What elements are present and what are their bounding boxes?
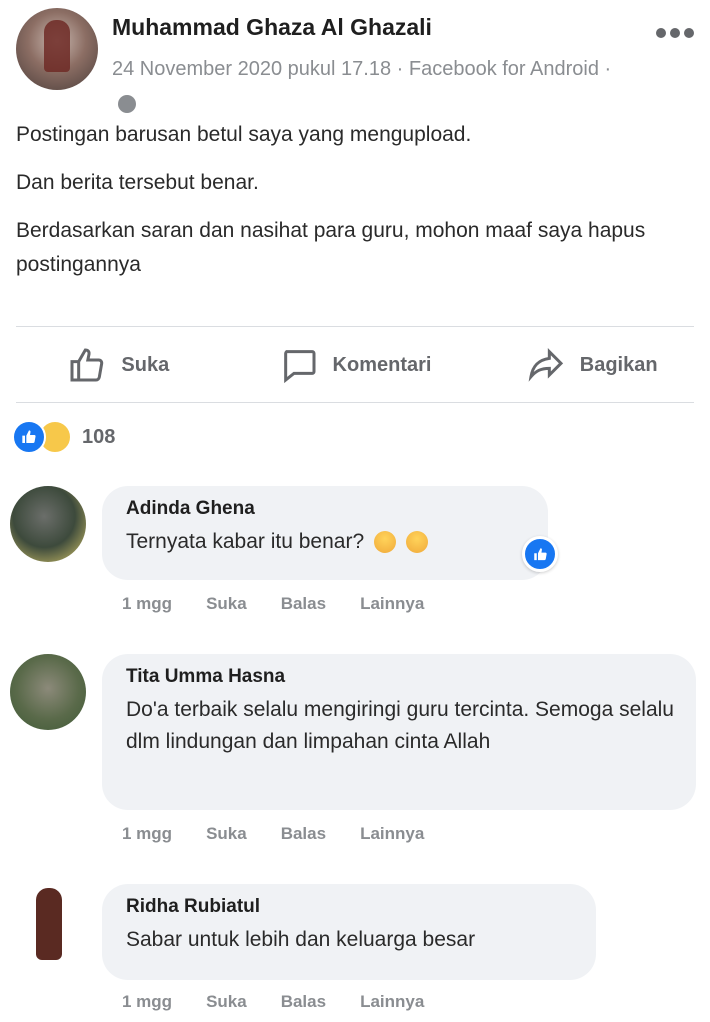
- comment-actions: 1 mgg Suka Balas Lainnya: [122, 594, 424, 614]
- comment-actions: 1 mgg Suka Balas Lainnya: [122, 824, 424, 844]
- reaction-count: 108: [82, 425, 116, 448]
- commenter-name[interactable]: Ridha Rubiatul: [126, 896, 574, 918]
- commenter-avatar[interactable]: [10, 884, 86, 960]
- facebook-post-page: Muhammad Ghaza Al Ghazali 24 November 20…: [0, 0, 710, 1022]
- more-options-icon[interactable]: [656, 28, 694, 40]
- comment-bubble: Ridha Rubiatul Sabar untuk lebih dan kel…: [102, 884, 596, 980]
- comment-text: Sabar untuk lebih dan keluarga besar: [126, 928, 476, 951]
- like-reaction-icon: [12, 420, 46, 454]
- comment-like-link[interactable]: Suka: [206, 992, 247, 1012]
- share-button[interactable]: Bagikan: [473, 330, 710, 400]
- comment-reply-link[interactable]: Balas: [281, 824, 326, 844]
- comment-icon: [283, 350, 316, 384]
- comment-like-reaction-icon[interactable]: [522, 536, 558, 572]
- thumbs-up-icon: [70, 348, 104, 382]
- divider: [16, 326, 694, 327]
- crying-emoji-icon: [374, 531, 396, 554]
- comment-like-link[interactable]: Suka: [206, 824, 247, 844]
- comment-time: 1 mgg: [122, 594, 173, 613]
- share-icon: [528, 348, 563, 382]
- comment-bubble: Adinda Ghena Ternyata kabar itu benar?: [102, 486, 548, 580]
- comment-actions: 1 mgg Suka Balas Lainnya: [122, 992, 424, 1012]
- commenter-name[interactable]: Adinda Ghena: [126, 498, 526, 520]
- commenter-avatar[interactable]: [10, 486, 86, 562]
- comment-like-link[interactable]: Suka: [206, 594, 247, 614]
- comment-text: Ternyata kabar itu benar?: [126, 526, 526, 558]
- comment-more-link[interactable]: Lainnya: [360, 992, 424, 1012]
- like-label: Suka: [121, 353, 170, 376]
- comment-more-link[interactable]: Lainnya: [360, 824, 424, 844]
- post-paragraph: Dan berita tersebut benar.: [16, 171, 259, 194]
- author-avatar[interactable]: [16, 8, 98, 90]
- comment-time: 1 mgg: [122, 992, 173, 1011]
- post-paragraph: Postingan barusan betul saya yang mengup…: [16, 123, 472, 146]
- reactions-summary[interactable]: 108: [12, 420, 115, 454]
- comment-button[interactable]: Komentari: [237, 330, 474, 400]
- comment-reply-link[interactable]: Balas: [281, 594, 326, 614]
- author-name[interactable]: Muhammad Ghaza Al Ghazali: [112, 14, 432, 41]
- comment-reply-link[interactable]: Balas: [281, 992, 326, 1012]
- comment-bubble: Tita Umma Hasna Do'a terbaik selalu meng…: [102, 654, 696, 810]
- comment-label: Komentari: [332, 353, 432, 376]
- globe-icon: [118, 94, 136, 113]
- commenter-avatar[interactable]: [10, 654, 86, 730]
- comment-time: 1 mgg: [122, 824, 173, 843]
- comment-text-content: Ternyata kabar itu benar?: [126, 530, 365, 553]
- post-action-bar: Suka Komentari Bagikan: [0, 330, 710, 400]
- post-body: Postingan barusan betul saya yang mengup…: [16, 118, 686, 296]
- post-meta: 24 November 2020 pukul 17.18 · Facebook …: [112, 52, 632, 120]
- comment-text: Do'a terbaik selalu mengiringi guru terc…: [126, 698, 674, 753]
- crying-emoji-icon: [405, 531, 428, 554]
- comment-more-link[interactable]: Lainnya: [360, 594, 424, 614]
- post-header: Muhammad Ghaza Al Ghazali 24 November 20…: [16, 8, 696, 113]
- divider: [16, 402, 694, 403]
- commenter-name[interactable]: Tita Umma Hasna: [126, 666, 674, 688]
- like-button[interactable]: Suka: [0, 330, 237, 400]
- share-label: Bagikan: [579, 353, 658, 376]
- post-timestamp[interactable]: 24 November 2020 pukul 17.18 · Facebook …: [112, 58, 611, 80]
- post-paragraph: Berdasarkan saran dan nasihat para guru,…: [16, 219, 646, 276]
